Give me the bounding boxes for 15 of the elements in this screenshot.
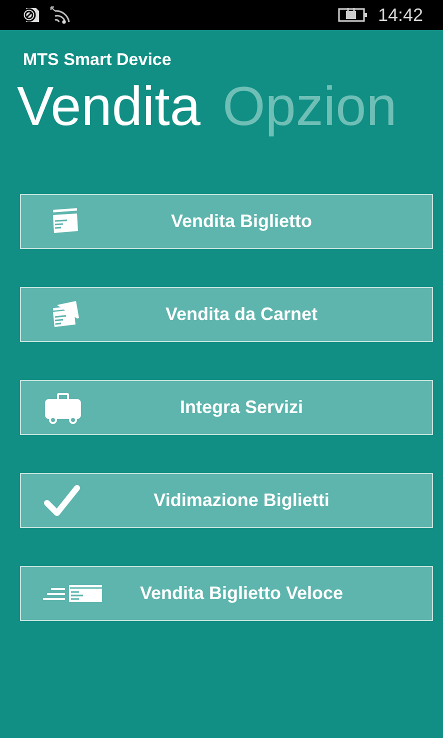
fast-ticket-icon <box>43 584 103 604</box>
app-title: MTS Smart Device <box>23 50 172 70</box>
menu-button[interactable]: Vendita Biglietto Veloce <box>20 566 433 621</box>
status-time: 14:42 <box>378 4 423 26</box>
wifi-icon <box>50 6 70 24</box>
menu-button[interactable]: Integra Servizi <box>20 380 433 435</box>
pivot-tab[interactable]: Opzion <box>222 70 397 142</box>
battery-charging-icon <box>338 7 368 23</box>
menu-button[interactable]: Vidimazione Biglietti <box>20 473 433 528</box>
sim-icon <box>22 7 40 23</box>
menu-button[interactable]: Vendita Biglietto <box>20 194 433 249</box>
luggage-icon <box>43 390 83 424</box>
check-icon <box>43 484 81 518</box>
pivot-tab[interactable]: Vendita <box>17 70 201 142</box>
menu-button[interactable]: Vendita da Carnet <box>20 287 433 342</box>
